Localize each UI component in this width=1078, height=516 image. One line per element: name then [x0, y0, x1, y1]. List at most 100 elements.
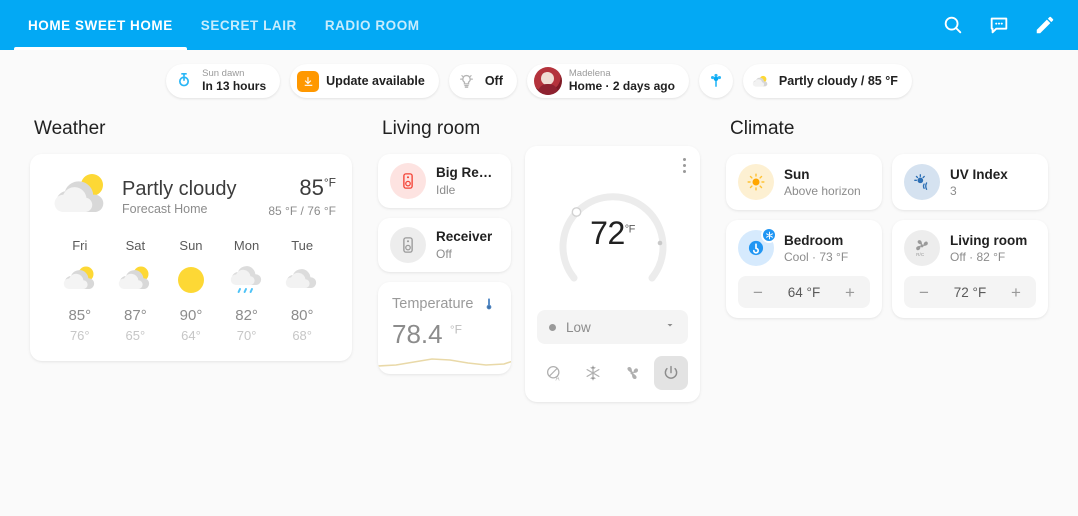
tile-state: Off · 82 °F	[950, 249, 1006, 264]
badge-update-available[interactable]: Update available	[290, 64, 439, 98]
fan-mode-dot-icon	[549, 323, 556, 331]
partly-cloudy-icon	[52, 261, 108, 299]
assist-icon[interactable]	[980, 6, 1018, 44]
tile-sun[interactable]: Sun Above horizon	[726, 154, 882, 210]
entity-text: Big Red Speak… Idle	[436, 165, 499, 198]
tile-name: Living room	[950, 232, 1028, 248]
tab-label: SECRET LAIR	[200, 17, 297, 33]
tab-home-sweet-home[interactable]: HOME SWEET HOME	[14, 0, 187, 50]
badge-person-madelena[interactable]: Madelena Home · 2 days ago	[526, 64, 689, 98]
entity-row-receiver[interactable]: Receiver Off	[378, 218, 511, 272]
update-icon	[297, 70, 320, 92]
forecast-day: Fri 85° 76°	[52, 238, 108, 343]
increase-temperature-button[interactable]: +	[1008, 284, 1024, 301]
snowflake-badge-icon	[761, 227, 777, 243]
fan-mode-label: Low	[566, 319, 591, 335]
hvac-mode-fan-button[interactable]	[615, 356, 649, 390]
forecast-low: 70°	[236, 328, 257, 343]
forecast-low: 65°	[125, 328, 146, 343]
thermostat-dial[interactable]: 72°F	[537, 158, 688, 308]
tile-header: Sun Above horizon	[738, 164, 870, 200]
app-header: HOME SWEET HOME SECRET LAIR RADIO ROOM	[0, 0, 1078, 50]
tile-living-room-thermostat[interactable]: R/C Living room Off · 82 °F − 72 °F +	[892, 220, 1048, 318]
thermostat-card[interactable]: 72°F Low A	[525, 146, 700, 402]
tile-header: Bedroom Cool · 73 °F	[738, 227, 870, 266]
temperature-stepper: − 72 °F +	[904, 276, 1036, 308]
increase-temperature-button[interactable]: +	[842, 284, 858, 301]
entity-text: Receiver Off	[436, 229, 492, 262]
target-temperature-value: 64 °F	[787, 284, 821, 300]
badge-text: Madelena Home · 2 days ago	[569, 68, 675, 93]
hvac-mode-auto-button[interactable]: A	[537, 356, 571, 390]
tab-radio-room[interactable]: RADIO ROOM	[311, 0, 434, 50]
tab-secret-lair[interactable]: SECRET LAIR	[187, 0, 311, 50]
forecast-low: 68°	[292, 328, 312, 343]
speaker-icon	[390, 163, 426, 199]
badge-light[interactable]: Off	[448, 64, 517, 98]
forecast-day-label: Tue	[291, 238, 314, 253]
sensor-card-temperature[interactable]: Temperature 78.4 °F	[378, 282, 511, 374]
forecast-low: 64°	[181, 328, 201, 343]
badge-sun-dawn[interactable]: Sun dawn In 13 hours	[166, 64, 281, 98]
section-title-weather: Weather	[34, 118, 106, 139]
sun-dawn-icon	[173, 70, 195, 92]
rainy-icon	[219, 261, 275, 299]
forecast-high: 80°	[290, 307, 314, 324]
badge-state: Update available	[326, 74, 425, 88]
svg-text:R/C: R/C	[916, 252, 925, 257]
weather-temps: 85°F 85 °F / 76 °F	[268, 176, 336, 218]
tile-uv-index[interactable]: UV Index 3	[892, 154, 1048, 210]
forecast-day: Tue 80° 68°	[274, 238, 330, 343]
hvac-mode-cool-button[interactable]	[576, 356, 610, 390]
badge-weather[interactable]: Partly cloudy / 85 °F	[742, 64, 912, 98]
light-bulb-icon	[456, 70, 478, 92]
tile-state: Cool · 73 °F	[784, 249, 849, 264]
forecast-day-label: Mon	[233, 238, 260, 253]
decrease-temperature-button[interactable]: −	[916, 284, 932, 301]
sensor-history-graph	[378, 358, 511, 367]
tile-bedroom-thermostat[interactable]: Bedroom Cool · 73 °F − 64 °F +	[726, 220, 882, 318]
hvac-mode-buttons: A	[537, 356, 688, 390]
sun-icon	[738, 164, 774, 200]
partly-cloudy-icon	[750, 70, 772, 92]
tab-label: HOME SWEET HOME	[28, 17, 173, 33]
entity-name: Receiver	[436, 228, 493, 244]
ac-off-icon: R/C	[904, 230, 940, 266]
dashboard-tabs: HOME SWEET HOME SECRET LAIR RADIO ROOM	[0, 0, 434, 50]
thermostat-target-temperature: 72°F	[590, 214, 635, 251]
sensor-name: Temperature	[392, 296, 474, 312]
edit-pencil-icon[interactable]	[1026, 6, 1064, 44]
hvac-mode-off-button[interactable]	[654, 356, 688, 390]
forecast-day-label: Fri	[72, 238, 88, 253]
tile-text: Bedroom Cool · 73 °F	[784, 233, 848, 264]
climate-tiles-row-1: Sun Above horizon UV Index 3	[726, 154, 1048, 210]
weather-forecast-card[interactable]: Partly cloudy Forecast Home 85°F 85 °F /…	[30, 154, 352, 361]
badge-pollen[interactable]	[698, 64, 733, 98]
avatar	[533, 67, 562, 95]
forecast-high: 87°	[124, 307, 147, 324]
tile-header: UV Index 3	[904, 164, 1036, 200]
entity-state: Idle	[436, 182, 456, 197]
tile-name: UV Index	[950, 166, 1008, 182]
weather-main: Partly cloudy Forecast Home	[122, 178, 262, 217]
entity-name: Big Red Speak…	[436, 164, 499, 180]
uv-index-icon	[904, 164, 940, 200]
forecast-low: 76°	[69, 328, 90, 343]
tile-state: 3	[950, 183, 957, 198]
climate-tiles-row-2: Bedroom Cool · 73 °F − 64 °F + R/C Livin…	[726, 220, 1048, 318]
temperature-stepper: − 64 °F +	[738, 276, 870, 308]
badge-text: Sun dawn In 13 hours	[202, 68, 266, 93]
weather-entity-name: Forecast Home	[122, 202, 208, 217]
decrease-temperature-button[interactable]: −	[750, 284, 766, 301]
column-weather: Weather Partly cloudy Forecast Home 85°F…	[30, 114, 352, 361]
fan-mode-select[interactable]: Low	[537, 310, 688, 344]
forecast-high: 82°	[235, 307, 258, 324]
weather-condition: Partly cloudy	[122, 177, 237, 200]
search-icon[interactable]	[934, 6, 972, 44]
tile-text: UV Index 3	[950, 167, 1008, 198]
sensor-head: Temperature	[392, 296, 497, 317]
forecast-day: Sun 90° 64°	[163, 238, 219, 343]
target-temperature-value: 72 °F	[953, 284, 987, 300]
entity-row-big-red-speaker[interactable]: Big Red Speak… Idle	[378, 154, 511, 208]
badge-state: Partly cloudy / 85 °F	[778, 74, 898, 88]
